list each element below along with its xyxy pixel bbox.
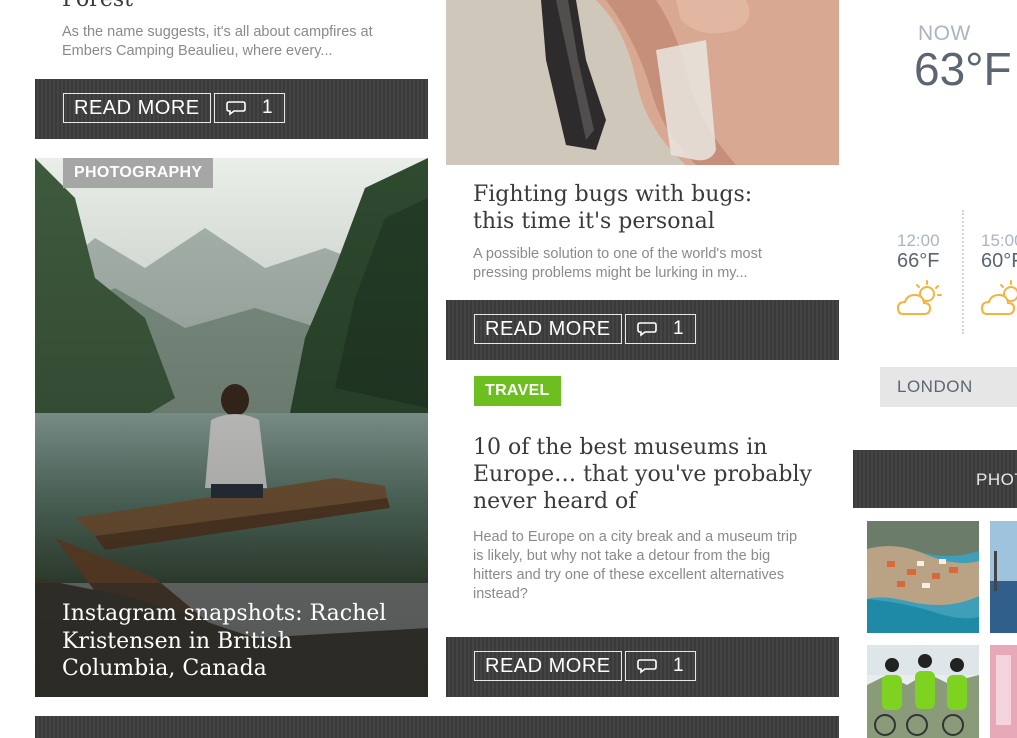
weather-now-temp: 63°F: [914, 43, 1012, 95]
bugs-card-image[interactable]: [446, 0, 839, 165]
article-excerpt: A possible solution to one of the world'…: [473, 246, 762, 281]
comment-icon: [226, 100, 246, 116]
comment-icon: [637, 658, 657, 674]
photo-thumbnail[interactable]: [867, 521, 979, 633]
read-more-button[interactable]: READ MORE: [474, 314, 622, 344]
partly-sunny-icon: [896, 280, 943, 323]
comments-button[interactable]: 1: [625, 651, 696, 681]
category-tag[interactable]: TRAVEL: [474, 376, 561, 406]
article-excerpt: Head to Europe on a city break and a mus…: [473, 529, 798, 602]
partly-sunny-icon: [981, 280, 1017, 323]
forecast-time: 12:00: [897, 231, 940, 250]
read-more-button[interactable]: READ MORE: [63, 93, 211, 123]
forecast-time: 15:00: [981, 231, 1017, 250]
comments-button[interactable]: 1: [625, 314, 696, 344]
location-selector[interactable]: LONDON: [880, 367, 1017, 407]
comment-count: 1: [673, 655, 684, 676]
read-more-bar: READ MORE 1: [35, 79, 428, 139]
article-title[interactable]: Instagram snapshots: Rachel Kristensen i…: [62, 600, 392, 683]
comments-button[interactable]: 1: [214, 93, 285, 123]
bottom-bar: [35, 716, 839, 738]
comment-icon: [637, 321, 657, 337]
article-title[interactable]: 10 of the best museums in Europe… that y…: [473, 434, 813, 515]
photo-card[interactable]: PHOTOGRAPHY Instagram snapshots: Rachel …: [35, 158, 428, 697]
read-more-bar: READ MORE 1: [446, 300, 839, 360]
forecast-divider: [962, 210, 964, 334]
category-tag[interactable]: PHOTOGRAPHY: [63, 158, 214, 188]
comment-count: 1: [673, 318, 684, 339]
photos-header-label: PHOTOS: [976, 470, 1017, 489]
forecast-temp: 66°F: [897, 250, 940, 272]
comment-count: 1: [262, 97, 273, 118]
photo-thumbnail[interactable]: [867, 645, 979, 738]
photo-thumbnail[interactable]: [990, 521, 1017, 633]
forecast-temp: 60°F: [981, 250, 1017, 272]
read-more-bar: READ MORE 1: [446, 637, 839, 697]
article-excerpt: As the name suggests, it's all about cam…: [62, 24, 373, 59]
read-more-button[interactable]: READ MORE: [474, 651, 622, 681]
location-label: LONDON: [897, 377, 973, 396]
article-title-fragment[interactable]: Forest: [62, 0, 133, 11]
pen-photo: [446, 0, 839, 165]
photo-thumbnail[interactable]: [990, 645, 1017, 738]
photos-header[interactable]: PHOTOS: [853, 450, 1017, 508]
article-title[interactable]: Fighting bugs with bugs: this time it's …: [473, 181, 763, 235]
